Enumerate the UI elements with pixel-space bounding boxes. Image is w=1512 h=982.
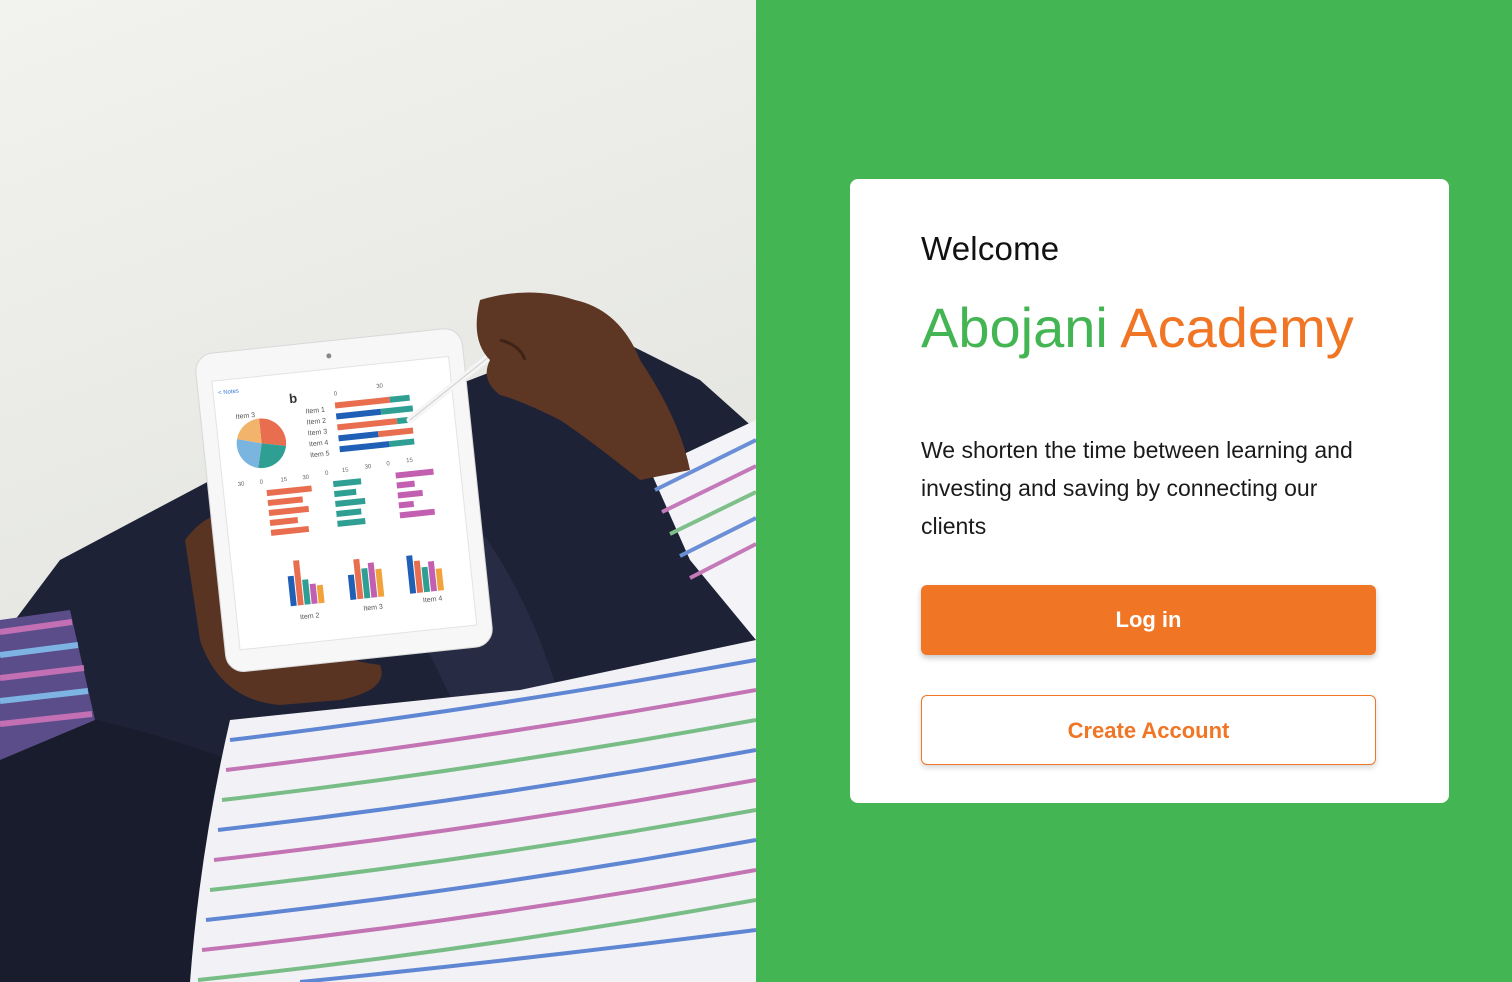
brand-title-part1: Abojani bbox=[921, 296, 1108, 359]
tablet-axis-tick: 15 bbox=[280, 477, 288, 484]
tablet-axis-tick: 15 bbox=[406, 458, 414, 465]
auth-card: Welcome Abojani Academy We shorten the t… bbox=[850, 179, 1449, 803]
tablet-axis-tick: 30 bbox=[376, 383, 384, 390]
tagline: We shorten the time between learning and… bbox=[921, 437, 1353, 539]
create-account-button[interactable]: Create Account bbox=[921, 695, 1376, 765]
auth-panel: Welcome Abojani Academy We shorten the t… bbox=[756, 0, 1512, 982]
tablet-title: b bbox=[288, 390, 298, 406]
welcome-heading: Welcome bbox=[921, 230, 1060, 267]
brand-title: Abojani Academy bbox=[921, 293, 1378, 363]
tablet: < Notes b Item 3 Item 1 Item 2 Item 3 It… bbox=[195, 328, 493, 672]
hero-image: < Notes b Item 3 Item 1 Item 2 Item 3 It… bbox=[0, 0, 756, 982]
tablet-axis-tick: 30 bbox=[302, 475, 310, 482]
tablet-axis-tick: 30 bbox=[364, 464, 372, 471]
page: < Notes b Item 3 Item 1 Item 2 Item 3 It… bbox=[0, 0, 1512, 982]
hero-photo-illustration: < Notes b Item 3 Item 1 Item 2 Item 3 It… bbox=[0, 292, 756, 982]
login-button[interactable]: Log in bbox=[921, 585, 1376, 655]
tablet-axis-tick: 15 bbox=[342, 467, 350, 474]
brand-title-part2: Academy bbox=[1120, 296, 1354, 359]
tablet-axis-tick: 30 bbox=[238, 481, 246, 488]
